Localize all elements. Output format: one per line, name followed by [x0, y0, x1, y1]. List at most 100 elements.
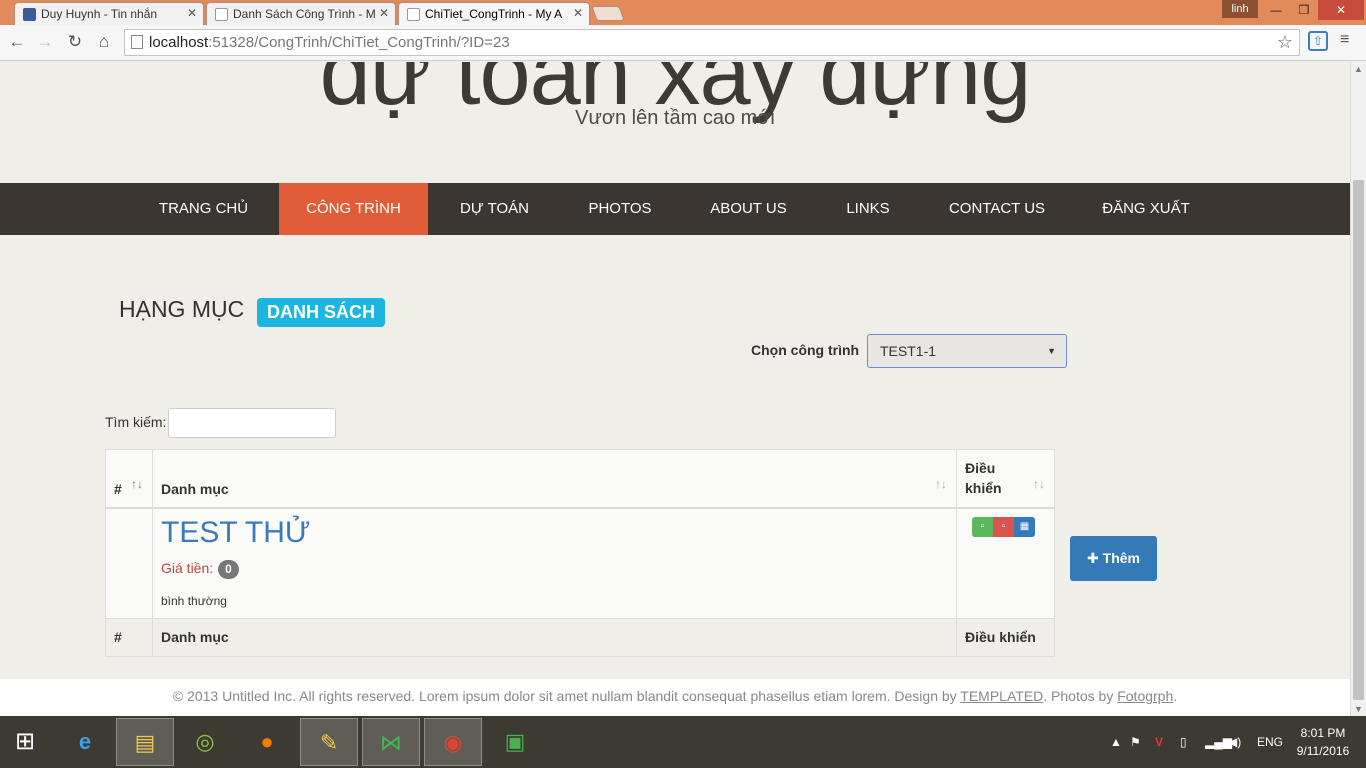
table-footer-row: # Danh mục Điều khiển [106, 618, 1054, 656]
scroll-up-icon[interactable]: ▲ [1354, 64, 1363, 74]
restore-icon[interactable]: ❐ [1290, 0, 1318, 20]
app-icon[interactable]: ◎ [176, 718, 234, 766]
scrollbar-thumb[interactable] [1353, 180, 1364, 700]
back-icon[interactable]: ← [6, 31, 28, 53]
footer-header-number: # [114, 629, 122, 645]
window-close-icon[interactable]: ✕ [1318, 0, 1364, 20]
scroll-down-icon[interactable]: ▼ [1354, 704, 1363, 714]
store-icon[interactable]: ▣ [486, 718, 544, 766]
page-scrollbar[interactable]: ▲ ▼ [1350, 62, 1366, 716]
footer-header-danh-muc: Danh mục [161, 629, 229, 645]
internet-explorer-icon[interactable]: e [56, 718, 114, 766]
browser-toolbar: ← → ↻ ⌂ localhost:51328/CongTrinh/ChiTie… [0, 25, 1366, 61]
price-badge: 0 [218, 560, 239, 579]
nav-item-about-us[interactable]: ABOUT US [679, 183, 818, 235]
delete-icon[interactable]: ▫ [993, 517, 1014, 537]
item-title-link[interactable]: TEST THỬ [161, 516, 311, 550]
close-icon[interactable]: ✕ [573, 6, 583, 20]
main-nav: TRANG CHỦ CÔNG TRÌNH DỰ TOÁN PHOTOS ABOU… [0, 183, 1350, 235]
facebook-icon [23, 8, 36, 21]
volume-icon[interactable]: ◀) [1228, 716, 1241, 768]
firefox-icon[interactable]: ● [238, 718, 296, 766]
sort-icon[interactable]: ↑↓ [1033, 477, 1045, 491]
flag-icon[interactable]: ⚑ [1130, 716, 1141, 768]
nav-item-trang-chu[interactable]: TRANG CHỦ [128, 183, 279, 235]
nav-item-links[interactable]: LINKS [818, 183, 918, 235]
nav-item-contact-us[interactable]: CONTACT US [918, 183, 1076, 235]
nav-item-du-toan[interactable]: DỰ TOÁN [428, 183, 561, 235]
clock[interactable]: 8:01 PM 9/11/2016 [1292, 724, 1354, 760]
site-tagline: Vươn lên tầm cao mới [575, 107, 775, 129]
reload-icon[interactable]: ↻ [64, 31, 86, 53]
row-controls: ▫ ▫ ▦ [972, 517, 1035, 537]
browser-tabstrip: Duy Huynh - Tin nhắn ✕ Danh Sách Công Tr… [0, 0, 1366, 25]
page-icon [215, 8, 228, 21]
extension-icon[interactable]: ⇧ [1308, 31, 1328, 51]
visual-studio-icon[interactable]: ⋈ [362, 718, 420, 766]
search-label: Tìm kiếm: [105, 414, 167, 430]
page-content: dự toán xây dựng Vươn lên tầm cao mới TR… [0, 62, 1350, 716]
header-divider [106, 507, 1054, 509]
column-divider [152, 618, 153, 656]
home-icon[interactable]: ⌂ [93, 31, 115, 53]
nav-item-cong-trinh[interactable]: CÔNG TRÌNH [279, 183, 428, 235]
close-icon[interactable]: ✕ [379, 6, 389, 20]
row-divider [106, 618, 1054, 619]
caret-down-icon: ▼ [1047, 346, 1056, 356]
sort-icon[interactable]: ↑↓ [935, 477, 947, 491]
sort-icon[interactable]: ↑↓ [131, 477, 143, 491]
windows-start-icon[interactable]: ⊞ [0, 718, 50, 766]
language-indicator[interactable]: ENG [1257, 716, 1283, 768]
close-icon[interactable]: ✕ [187, 6, 197, 20]
column-header-number[interactable]: # [114, 481, 122, 497]
new-tab-button[interactable] [591, 6, 625, 21]
clock-date: 9/11/2016 [1296, 744, 1350, 758]
tab-chitiet[interactable]: ChiTiet_CongTrinh - My A ✕ [398, 2, 590, 25]
column-divider [956, 618, 957, 656]
power-icon[interactable]: ▯ [1180, 716, 1187, 768]
tab-title: ChiTiet_CongTrinh - My A [425, 7, 563, 21]
address-bar[interactable]: localhost:51328/CongTrinh/ChiTiet_CongTr… [124, 29, 1300, 56]
footer-link-templated[interactable]: TEMPLATED [960, 688, 1043, 704]
column-header-dieu[interactable]: Điều [965, 460, 995, 476]
menu-icon[interactable]: ≡ [1340, 31, 1349, 49]
search-input[interactable] [168, 408, 336, 438]
calculator-icon[interactable]: ▦ [1014, 517, 1035, 537]
file-explorer-icon[interactable]: ▤ [116, 718, 174, 766]
url-host: localhost [149, 34, 209, 51]
items-table: # ↑↓ Danh mục ↑↓ Điều khiển ↑↓ TEST THỬ … [105, 449, 1055, 657]
select-value: TEST1-1 [880, 343, 937, 359]
tab-facebook[interactable]: Duy Huynh - Tin nhắn ✕ [14, 2, 204, 25]
url-path: :51328/CongTrinh/ChiTiet_CongTrinh/?ID=2… [208, 34, 510, 51]
chrome-icon[interactable]: ◉ [424, 718, 482, 766]
forward-icon[interactable]: → [34, 31, 56, 53]
nav-item-dang-xuat[interactable]: ĐĂNG XUẤT [1076, 183, 1216, 235]
list-badge: DANH SÁCH [257, 298, 385, 327]
clock-time: 8:01 PM [1300, 726, 1346, 740]
footer-text: © 2013 Untitled Inc. All rights reserved… [172, 688, 961, 704]
tray-chevron-icon[interactable]: ▲ [1110, 716, 1122, 768]
page-footer: © 2013 Untitled Inc. All rights reserved… [0, 679, 1350, 716]
taskbar: ⊞ e ▤ ◎ ● ✎ ⋈ ◉ ▣ ▲ ⚑ V ▯ ▂▄▆ ◀) ENG 8:0… [0, 716, 1366, 768]
nav-item-photos[interactable]: PHOTOS [561, 183, 679, 235]
page-title: HẠNG MỤC [119, 296, 245, 322]
profile-badge[interactable]: linh [1222, 0, 1258, 18]
antivirus-icon[interactable]: V [1155, 716, 1163, 768]
column-header-khien[interactable]: khiển [965, 480, 1002, 496]
page-icon [131, 35, 143, 49]
column-header-danh-muc[interactable]: Danh mục [161, 481, 229, 497]
project-select[interactable]: TEST1-1 ▼ [867, 334, 1067, 368]
footer-header-dieu-khien: Điều khiển [965, 629, 1036, 645]
add-button[interactable]: ✚ Thêm [1070, 536, 1157, 581]
edit-icon[interactable]: ▫ [972, 517, 993, 537]
item-status: bình thường [161, 594, 227, 608]
footer-link-fotogrph[interactable]: Fotogrph [1117, 688, 1173, 704]
minimize-icon[interactable]: — [1262, 0, 1290, 20]
tab-danh-sach[interactable]: Danh Sách Công Trình - M ✕ [206, 2, 396, 25]
plus-icon: ✚ [1087, 550, 1099, 566]
bookmark-star-icon[interactable]: ☆ [1277, 30, 1293, 55]
select-label: Chọn công trình [751, 342, 860, 358]
page-icon [407, 8, 420, 21]
tab-title: Duy Huynh - Tin nhắn [41, 7, 158, 21]
tools-icon[interactable]: ✎ [300, 718, 358, 766]
